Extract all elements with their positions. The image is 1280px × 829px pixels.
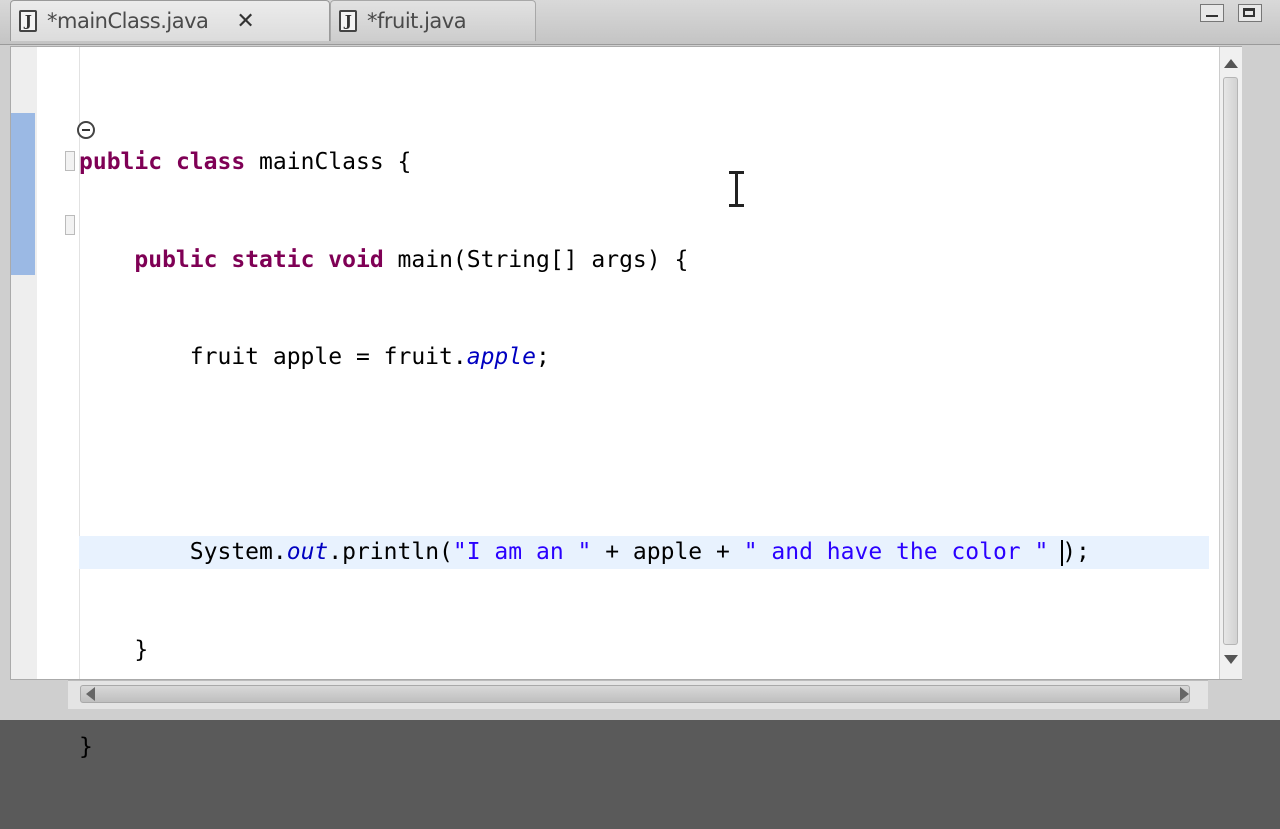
scroll-left-icon[interactable] [84, 686, 100, 702]
vertical-scrollbar[interactable] [1219, 47, 1242, 679]
overview-gutter [11, 47, 38, 679]
code-line: } [79, 634, 1209, 667]
editor-tab-bar: J *mainClass.java ✕ J *fruit.java [0, 0, 1280, 45]
code-line: fruit apple = fruit.apple; [79, 341, 1209, 374]
code-text: } [134, 636, 149, 663]
code-text: .println( [328, 539, 453, 565]
vertical-scroll-thumb[interactable] [1223, 77, 1238, 645]
code-text: mainClass { [245, 149, 412, 175]
annotation-ruler [37, 47, 95, 679]
tab-mainclass-java[interactable]: J *mainClass.java ✕ [10, 0, 330, 41]
scroll-right-icon[interactable] [1176, 686, 1192, 702]
keyword: class [175, 149, 246, 175]
quick-diff-change-bar [11, 113, 35, 275]
code-line: public class mainClass { [79, 146, 1209, 179]
code-text: fruit apple = fruit. [189, 344, 467, 370]
java-file-icon: J [339, 10, 357, 32]
static-field: out [286, 539, 329, 565]
scroll-down-icon[interactable] [1222, 651, 1240, 669]
code-text: + apple + [591, 539, 744, 565]
code-text: ; [535, 344, 550, 370]
string-literal: "I am an " [452, 539, 592, 565]
horizontal-scrollbar[interactable] [68, 680, 1208, 709]
code-line: public static void main(String[] args) { [79, 244, 1209, 277]
maximize-button[interactable] [1238, 4, 1262, 22]
keyword: public [134, 246, 218, 273]
current-code-line: System.out.println("I am an " + apple + … [79, 536, 1209, 569]
code-text: System. [189, 539, 287, 565]
code-text: ); [1062, 539, 1090, 565]
minimize-button[interactable] [1200, 4, 1224, 22]
eclipse-editor-window: J *mainClass.java ✕ J *fruit.java public… [0, 0, 1280, 760]
enum-constant: apple [466, 344, 536, 370]
close-icon[interactable]: ✕ [236, 9, 254, 34]
tab-fruit-java[interactable]: J *fruit.java [330, 0, 536, 41]
java-file-icon: J [19, 10, 37, 32]
keyword: static [231, 246, 315, 273]
marker-icon [65, 215, 75, 235]
tab-label: *mainClass.java [47, 9, 209, 33]
tab-label: *fruit.java [367, 9, 467, 33]
source-code[interactable]: public class mainClass { public static v… [79, 81, 1209, 829]
horizontal-scroll-thumb[interactable] [80, 685, 1190, 703]
ibeam-cursor-icon [729, 171, 744, 207]
keyword: public [79, 149, 163, 175]
code-text: main(String[] args) { [383, 246, 689, 273]
code-editor[interactable]: public class mainClass { public static v… [10, 46, 1242, 760]
code-line: } [79, 731, 1209, 764]
code-text: } [79, 734, 93, 760]
string-literal: " and have the color " [743, 539, 1049, 565]
marker-icon [65, 151, 75, 171]
scroll-up-icon[interactable] [1222, 55, 1240, 73]
keyword: void [328, 246, 384, 273]
